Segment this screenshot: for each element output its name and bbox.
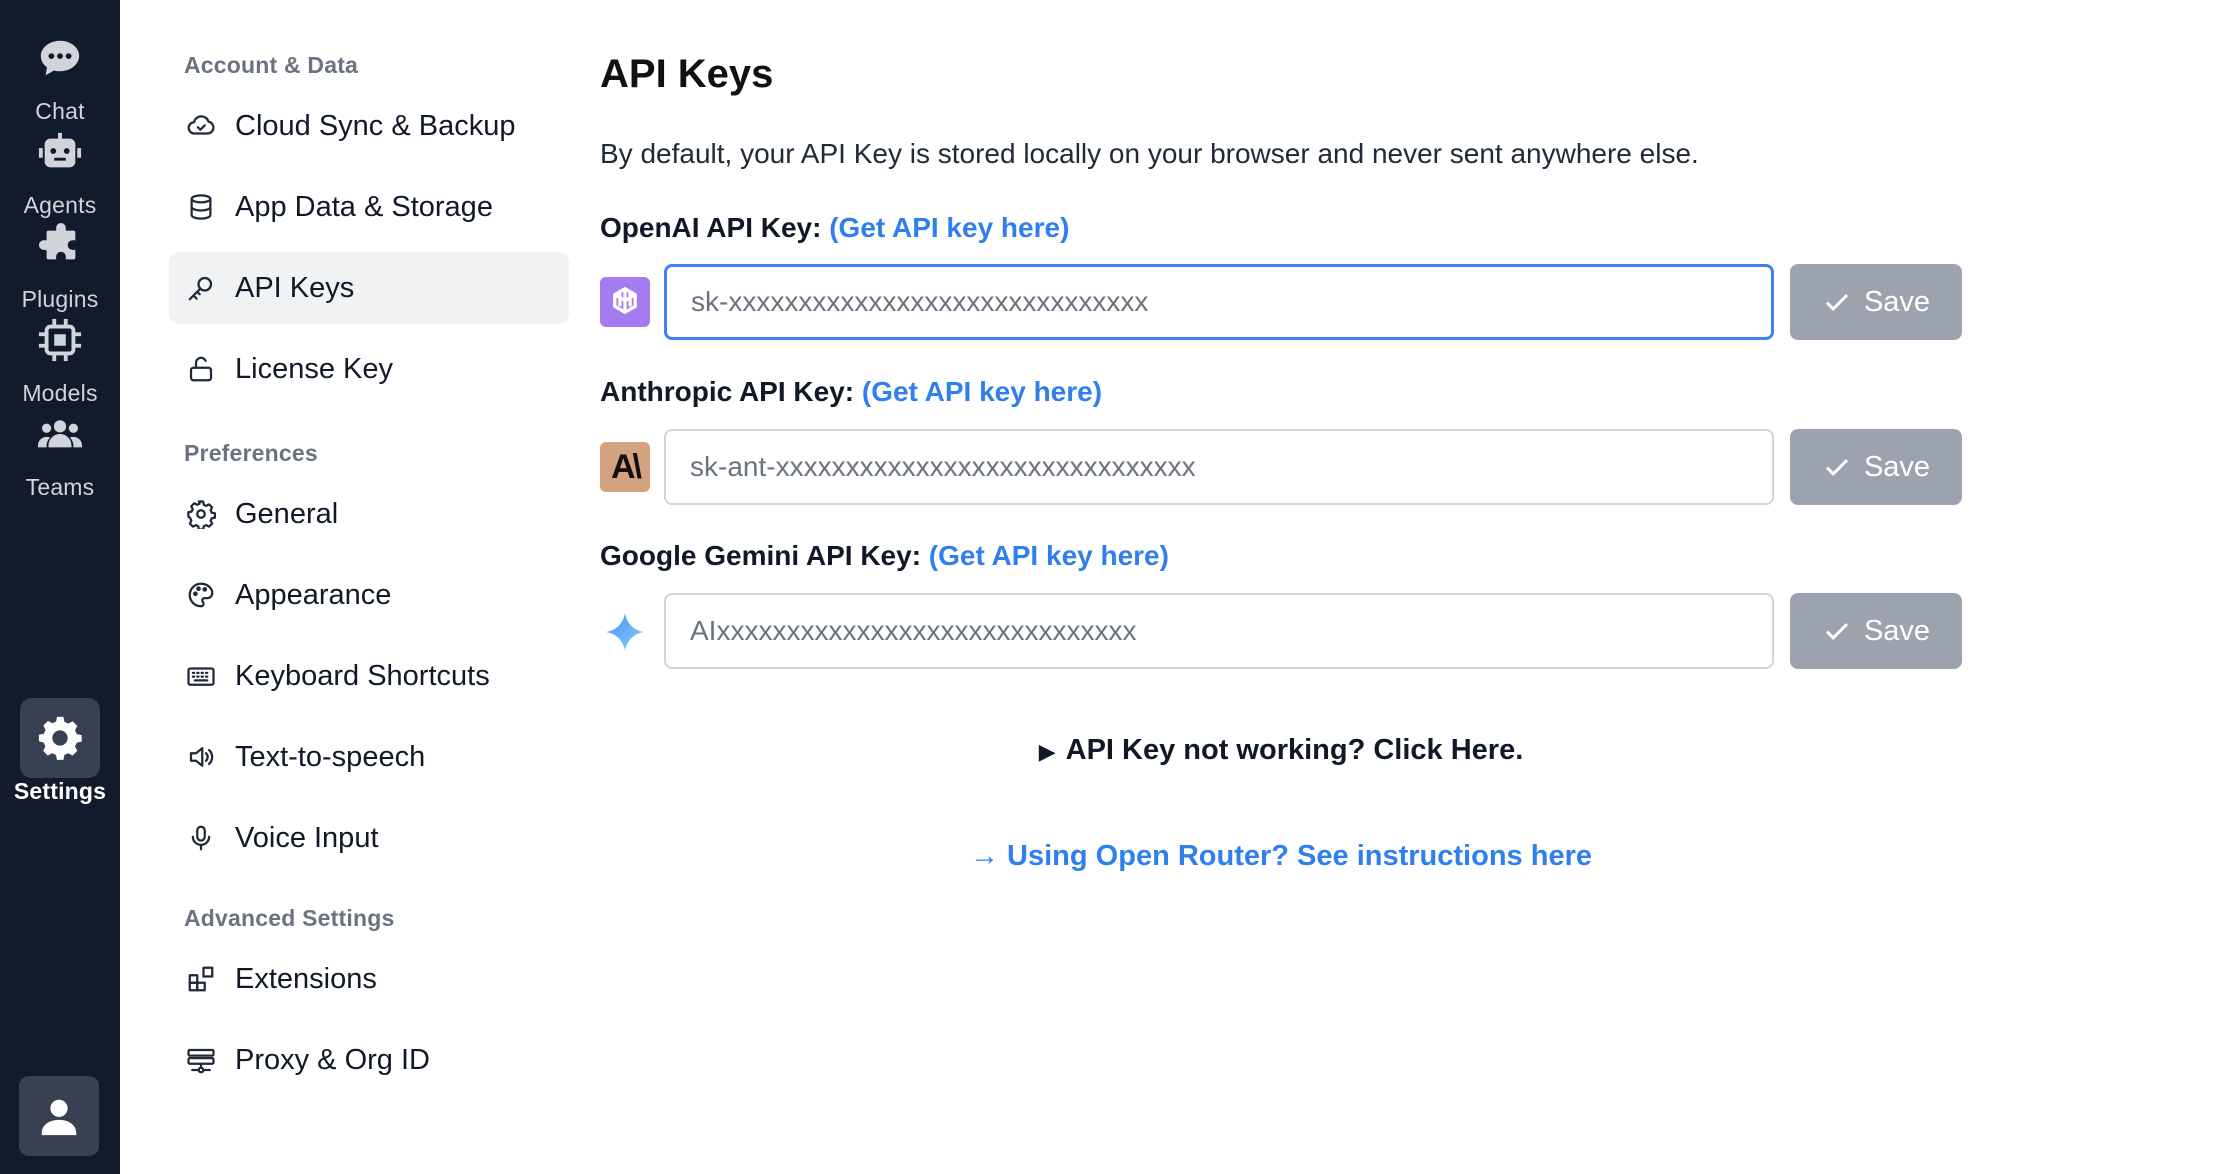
- puzzle-icon: [20, 206, 100, 286]
- openai-key-label-text: OpenAI API Key:: [600, 212, 822, 243]
- nav-item-label: Keyboard Shortcuts: [235, 659, 490, 692]
- nav-item-label: Cloud Sync & Backup: [235, 109, 516, 142]
- page-title: API Keys: [600, 52, 774, 96]
- speaker-icon: [185, 741, 217, 773]
- settings-nav: Account & Data Cloud Sync & Backup App D…: [120, 0, 580, 1174]
- nav-item-label: API Keys: [235, 271, 355, 304]
- rail-item-settings[interactable]: Settings: [0, 698, 120, 818]
- extensions-icon: [185, 963, 217, 995]
- nav-item-label: Text-to-speech: [235, 740, 426, 773]
- nav-item-voice-input[interactable]: Voice Input: [169, 802, 569, 874]
- gemini-key-label: Google Gemini API Key: (Get API key here…: [600, 540, 1169, 572]
- app-rail: Chat Agents Plugins Models Teams Setting…: [0, 0, 120, 1174]
- nav-section-advanced: Advanced Settings: [184, 905, 395, 931]
- nav-item-text-to-speech[interactable]: Text-to-speech: [169, 721, 569, 793]
- nav-item-license-key[interactable]: License Key: [169, 333, 569, 405]
- gemini-save-button[interactable]: Save: [1790, 593, 1962, 669]
- nav-item-label: Appearance: [235, 578, 392, 611]
- rail-label: Teams: [25, 474, 95, 500]
- keyboard-icon: [185, 660, 217, 692]
- anthropic-get-key-link[interactable]: (Get API key here): [862, 376, 1102, 407]
- anthropic-logo-icon: A\: [600, 442, 650, 492]
- gemini-key-label-text: Google Gemini API Key:: [600, 540, 922, 571]
- gemini-get-key-link[interactable]: (Get API key here): [929, 540, 1169, 571]
- user-icon: [41, 1099, 77, 1136]
- nav-item-label: App Data & Storage: [235, 190, 493, 223]
- api-keys-panel: API Keys By default, your API Key is sto…: [600, 0, 2000, 1174]
- anthropic-key-label-text: Anthropic API Key:: [600, 376, 855, 407]
- openai-save-button[interactable]: Save: [1790, 264, 1962, 340]
- save-button-label: Save: [1863, 450, 1931, 483]
- api-key-help-toggle[interactable]: ▶ API Key not working? Click Here.: [600, 734, 1962, 767]
- nav-item-label: General: [235, 497, 339, 530]
- nav-item-label: Voice Input: [235, 821, 379, 854]
- nav-item-appearance[interactable]: Appearance: [169, 559, 569, 631]
- gear-icon: [20, 698, 100, 778]
- users-icon: [20, 394, 100, 474]
- anthropic-key-input[interactable]: [664, 429, 1774, 505]
- network-icon: [185, 1044, 217, 1076]
- nav-item-label: License Key: [235, 352, 393, 385]
- disclosure-triangle-icon: ▶: [1038, 739, 1056, 764]
- chat-bubble-icon: [20, 18, 100, 98]
- robot-icon: [20, 112, 100, 192]
- key-icon: [185, 272, 217, 304]
- nav-item-cloud-sync[interactable]: Cloud Sync & Backup: [169, 90, 569, 162]
- anthropic-save-button[interactable]: Save: [1790, 429, 1962, 505]
- help-toggle-label: API Key not working? Click Here.: [1065, 734, 1524, 766]
- nav-item-keyboard-shortcuts[interactable]: Keyboard Shortcuts: [169, 640, 569, 712]
- database-icon: [185, 191, 217, 223]
- rail-label: Settings: [13, 778, 107, 804]
- microphone-icon: [185, 822, 217, 854]
- checkmark-icon: [1825, 623, 1848, 640]
- nav-item-api-keys[interactable]: API Keys: [169, 252, 569, 324]
- checkmark-icon: [1825, 294, 1848, 311]
- nav-item-label: Proxy & Org ID: [235, 1043, 430, 1076]
- unlock-icon: [185, 353, 217, 385]
- user-avatar-button[interactable]: [19, 1076, 99, 1156]
- nav-section-account: Account & Data: [184, 52, 359, 78]
- anthropic-key-label: Anthropic API Key: (Get API key here): [600, 376, 1102, 408]
- checkmark-icon: [1825, 459, 1848, 476]
- nav-item-general[interactable]: General: [169, 478, 569, 550]
- gear-outline-icon: [185, 498, 217, 530]
- nav-item-app-data[interactable]: App Data & Storage: [169, 171, 569, 243]
- openai-key-input[interactable]: [664, 264, 1774, 340]
- nav-item-label: Extensions: [235, 962, 377, 995]
- save-button-label: Save: [1863, 285, 1931, 318]
- palette-icon: [185, 579, 217, 611]
- openai-key-label: OpenAI API Key: (Get API key here): [600, 212, 1069, 244]
- open-router-instructions-link[interactable]: → Using Open Router? See instructions he…: [600, 840, 1962, 873]
- save-button-label: Save: [1863, 614, 1931, 647]
- nav-item-proxy-org[interactable]: Proxy & Org ID: [169, 1024, 569, 1096]
- rail-item-teams[interactable]: Teams: [0, 394, 120, 514]
- page-description: By default, your API Key is stored local…: [600, 138, 1699, 169]
- gemini-key-input[interactable]: [664, 593, 1774, 669]
- cloud-check-icon: [185, 110, 217, 142]
- chip-icon: [20, 300, 100, 380]
- gemini-logo-icon: [600, 607, 650, 657]
- nav-item-extensions[interactable]: Extensions: [169, 943, 569, 1015]
- openai-get-key-link[interactable]: (Get API key here): [829, 212, 1069, 243]
- nav-section-preferences: Preferences: [184, 440, 318, 466]
- openai-logo-icon: [600, 277, 650, 327]
